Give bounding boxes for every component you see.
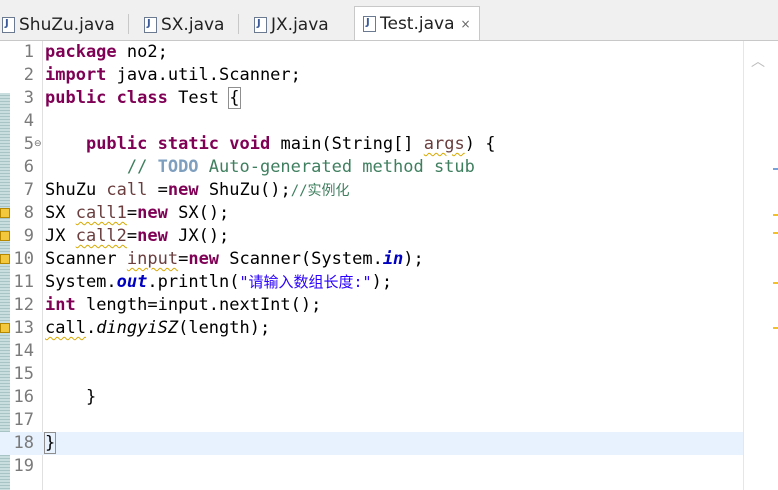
warning-marker[interactable] [773, 214, 778, 216]
tab-label: ShuZu.java [19, 14, 115, 35]
line-number: 4 [23, 111, 34, 131]
code-text: // TODO Auto-generated method stub [45, 157, 475, 177]
code-text: SX call1=new SX(); [45, 203, 230, 223]
code-line: 14 [0, 340, 743, 363]
code-line: 2 import java.util.Scanner; [0, 64, 743, 87]
close-icon[interactable]: × [461, 17, 471, 31]
line-number: 10 [13, 249, 34, 269]
line-number: 15 [13, 364, 34, 384]
line-number: 11 [13, 272, 34, 292]
line-number: 18 [13, 433, 34, 453]
code-text: } [45, 387, 97, 407]
code-text: call.dingyiSZ(length); [45, 318, 271, 338]
scroll-up-icon[interactable]: ︿ [751, 51, 765, 71]
line-number: 12 [13, 295, 34, 315]
code-line: 4 [0, 110, 743, 133]
line-number: 16 [13, 387, 34, 407]
warning-icon[interactable] [0, 254, 10, 264]
line-number: 19 [13, 456, 34, 476]
line-number: 1 [23, 42, 34, 62]
code-text: package no2; [45, 42, 168, 62]
code-text: JX call2=new JX(); [45, 226, 230, 246]
tab-shuzu-java[interactable]: ShuZu.java [2, 9, 115, 40]
line-number: 2 [23, 65, 34, 85]
code-line: 5 ⊖ public static void main(String[] arg… [0, 133, 743, 156]
tab-label: Test.java [380, 13, 455, 34]
line-number: 9 [23, 226, 34, 246]
code-text: import java.util.Scanner; [45, 65, 301, 85]
line-number: 3 [23, 88, 34, 108]
code-text: Scanner input=new Scanner(System.in); [45, 249, 424, 269]
overview-marker[interactable] [773, 168, 778, 170]
java-file-icon [2, 16, 15, 33]
line-number: 6 [23, 157, 34, 177]
code-line: 19 [0, 455, 743, 478]
overview-ruler[interactable]: ︿ [743, 41, 778, 490]
code-line: 3 public class Test { [0, 87, 743, 110]
code-line: 9 JX call2=new JX(); [0, 225, 743, 248]
code-line: 16 } [0, 386, 743, 409]
code-editor[interactable]: 1 package no2; 2 import java.util.Scanne… [0, 41, 778, 490]
fold-collapse-icon[interactable]: ⊖ [34, 139, 42, 149]
code-text: public class Test { [45, 87, 241, 109]
warning-marker[interactable] [773, 282, 778, 284]
tab-test-java[interactable]: Test.java × [354, 6, 480, 40]
warning-icon[interactable] [0, 231, 10, 241]
code-line: 11 System.out.println("请输入数组长度:"); [0, 271, 743, 294]
tab-label: JX.java [271, 14, 329, 35]
warning-icon[interactable] [0, 323, 10, 333]
line-number: 8 [23, 203, 34, 223]
code-text: public static void main(String[] args) { [85, 134, 496, 154]
java-file-icon [363, 15, 376, 32]
code-line: 13 call.dingyiSZ(length); [0, 317, 743, 340]
code-line: 12 int length=input.nextInt(); [0, 294, 743, 317]
line-number: 14 [13, 341, 34, 361]
java-file-icon [144, 16, 157, 33]
editor-tab-bar: ShuZu.java SX.java JX.java Test.java × [0, 0, 778, 41]
code-line: 15 [0, 363, 743, 386]
code-line: 6 // TODO Auto-generated method stub [0, 156, 743, 179]
warning-icon[interactable] [0, 208, 10, 218]
code-text: ShuZu call =new ShuZu();//实例化 [45, 180, 350, 200]
warning-marker[interactable] [773, 327, 778, 329]
code-line: 17 [0, 409, 743, 432]
tab-separator [128, 14, 129, 34]
warning-marker[interactable] [773, 232, 778, 234]
line-number: 13 [13, 318, 34, 338]
code-text: int length=input.nextInt(); [45, 295, 322, 315]
code-line: 10 Scanner input=new Scanner(System.in); [0, 248, 743, 271]
line-number: 17 [13, 410, 34, 430]
code-line: 1 package no2; [0, 41, 743, 64]
code-text: System.out.println("请输入数组长度:"); [45, 272, 393, 292]
code-line: 8 SX call1=new SX(); [0, 202, 743, 225]
tab-sx-java[interactable]: SX.java [144, 9, 224, 40]
code-line-current: 18 } [0, 432, 743, 455]
tab-label: SX.java [161, 14, 225, 35]
code-line: 7 ShuZu call =new ShuZu();//实例化 [0, 179, 743, 202]
tab-jx-java[interactable]: JX.java [254, 9, 329, 40]
tab-separator [238, 14, 239, 34]
line-number: 5 [23, 134, 34, 154]
code-text: } [43, 432, 57, 454]
line-number: 7 [23, 180, 34, 200]
java-file-icon [254, 16, 267, 33]
